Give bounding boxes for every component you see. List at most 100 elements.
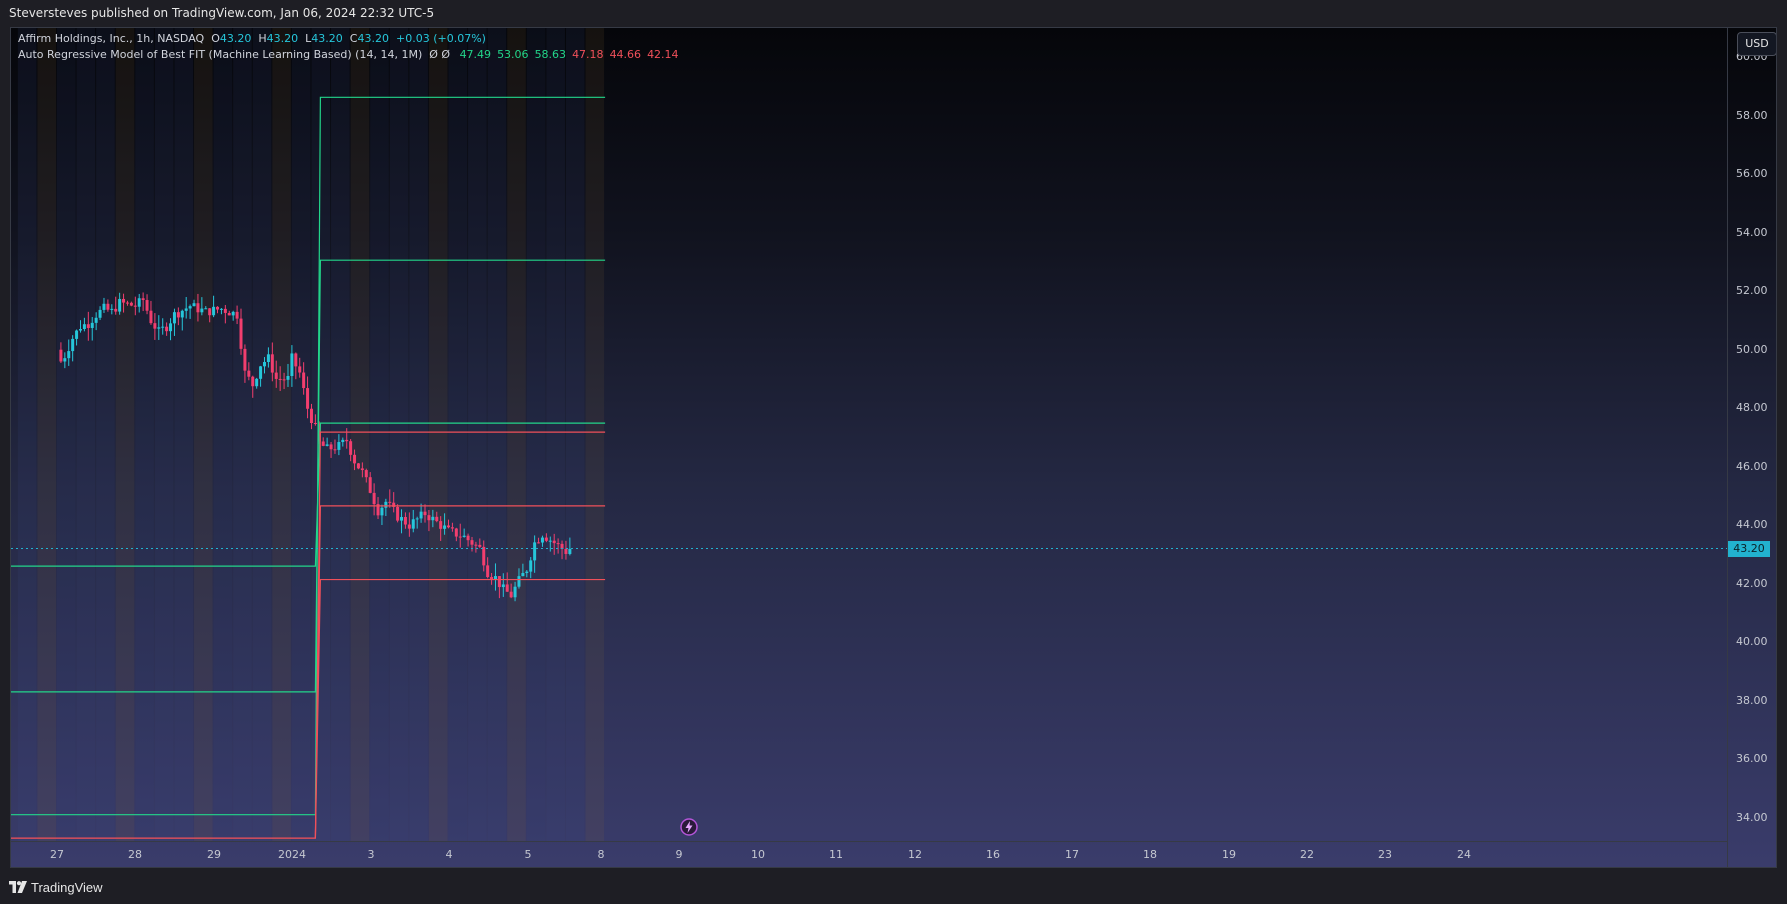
indicator-value: 47.18	[572, 48, 604, 61]
candle-body	[360, 468, 364, 471]
session-shading	[17, 28, 605, 841]
session-band	[468, 28, 487, 841]
time-tick: 3	[367, 848, 375, 861]
time-tick: 17	[1065, 848, 1079, 861]
session-band	[526, 28, 546, 841]
candle-body	[129, 302, 133, 306]
indicator-flags: Ø Ø	[429, 48, 451, 61]
open-value: 43.20	[219, 32, 252, 45]
candle-body	[125, 302, 129, 304]
candle-body	[325, 444, 329, 446]
candle-body	[161, 326, 165, 328]
candle-body	[71, 338, 75, 352]
session-band	[96, 28, 115, 841]
lightning-icon[interactable]	[680, 818, 698, 836]
candle-body	[454, 528, 458, 537]
candle-body	[400, 517, 404, 521]
session-band	[135, 28, 154, 841]
time-tick: 18	[1143, 848, 1157, 861]
session-band	[370, 28, 389, 841]
candle-body	[337, 442, 341, 450]
candle-body	[341, 439, 345, 443]
candle-body	[118, 298, 122, 312]
candle-body	[435, 516, 439, 522]
candle-body	[450, 527, 454, 529]
candle-body	[114, 308, 118, 312]
tradingview-footer[interactable]: TradingView	[9, 877, 103, 897]
candle-body	[427, 515, 431, 521]
candle-body	[247, 370, 251, 377]
candle-body	[223, 308, 227, 313]
session-band	[154, 28, 174, 841]
indicator-title[interactable]: Auto Regressive Model of Best FIT (Machi…	[18, 48, 422, 61]
candle-body	[423, 511, 427, 516]
candle-body	[75, 330, 79, 339]
candle-body	[208, 308, 212, 316]
session-band	[57, 28, 76, 841]
currency-button[interactable]: USD	[1737, 32, 1776, 56]
indicator-values: 47.49 53.06 58.63 47.18 44.66 42.14	[454, 48, 679, 61]
session-band	[487, 28, 507, 841]
price-tick: 42.00	[1736, 576, 1768, 590]
candle-body	[501, 584, 505, 588]
candle-body	[137, 298, 141, 307]
candle-body	[216, 306, 220, 310]
candle-body	[478, 544, 482, 547]
session-band	[585, 28, 605, 841]
candle-body	[278, 378, 282, 380]
candle-body	[533, 542, 537, 561]
session-band	[233, 28, 252, 841]
session-band	[213, 28, 233, 841]
candle-body	[458, 536, 462, 538]
session-band	[507, 28, 526, 841]
candle-body	[474, 544, 478, 546]
candle-body	[415, 518, 419, 520]
candle-body	[470, 540, 474, 545]
candle-body	[396, 506, 400, 521]
time-tick: 24	[1457, 848, 1471, 861]
change-value: +0.03 (+0.07%)	[395, 32, 486, 45]
time-tick: 10	[751, 848, 765, 861]
candle-body	[556, 543, 560, 545]
brand-name: TradingView	[31, 879, 103, 895]
candle-body	[239, 318, 243, 349]
candle-body	[364, 470, 368, 478]
candle-body	[235, 311, 239, 319]
candle-body	[564, 548, 568, 554]
candle-body	[180, 310, 184, 318]
time-axis[interactable]: 27 28 29 2024 3 4 5 8 9 10 11 12 16 17 18 19 22 23 24	[11, 841, 1727, 867]
open-label: O	[211, 32, 220, 45]
candle-body	[302, 372, 306, 389]
candle-body	[63, 358, 67, 362]
price-tick: 48.00	[1736, 401, 1768, 415]
candle-body	[466, 535, 470, 541]
candle-body	[447, 525, 450, 528]
candle-body	[490, 577, 494, 580]
chart-frame[interactable]: Affirm Holdings, Inc., 1h, NASDAQ O43.20…	[10, 27, 1777, 868]
candle-body	[345, 439, 349, 442]
candle-body	[165, 326, 169, 332]
candle-body	[419, 511, 423, 519]
session-band	[448, 28, 468, 841]
candle-body	[407, 524, 411, 529]
plot-area[interactable]	[11, 28, 1727, 841]
session-band	[252, 28, 272, 841]
session-band	[76, 28, 96, 841]
candle-body	[497, 576, 501, 588]
price-axis[interactable]: 60.00 58.00 56.00 54.00 52.00 50.00 48.00 46.00…	[1727, 28, 1776, 867]
candle-body	[262, 362, 266, 367]
low-value: 43.20	[311, 32, 343, 45]
legend-indicator-row[interactable]: Auto Regressive Model of Best FIT (Machi…	[18, 47, 679, 63]
tradingview-logo-icon	[9, 881, 27, 893]
candle-body	[505, 584, 509, 592]
candle-body	[270, 354, 274, 373]
high-value: 43.20	[266, 32, 299, 45]
candle-body	[219, 308, 223, 310]
price-tick: 56.00	[1736, 167, 1768, 181]
legend-symbol-row[interactable]: Affirm Holdings, Inc., 1h, NASDAQ O43.20…	[18, 31, 679, 47]
candle-body	[486, 565, 490, 578]
time-tick: 16	[986, 848, 1000, 861]
candle-body	[251, 376, 255, 387]
candle-body	[431, 516, 435, 521]
symbol-title[interactable]: Affirm Holdings, Inc., 1h, NASDAQ	[18, 32, 204, 45]
